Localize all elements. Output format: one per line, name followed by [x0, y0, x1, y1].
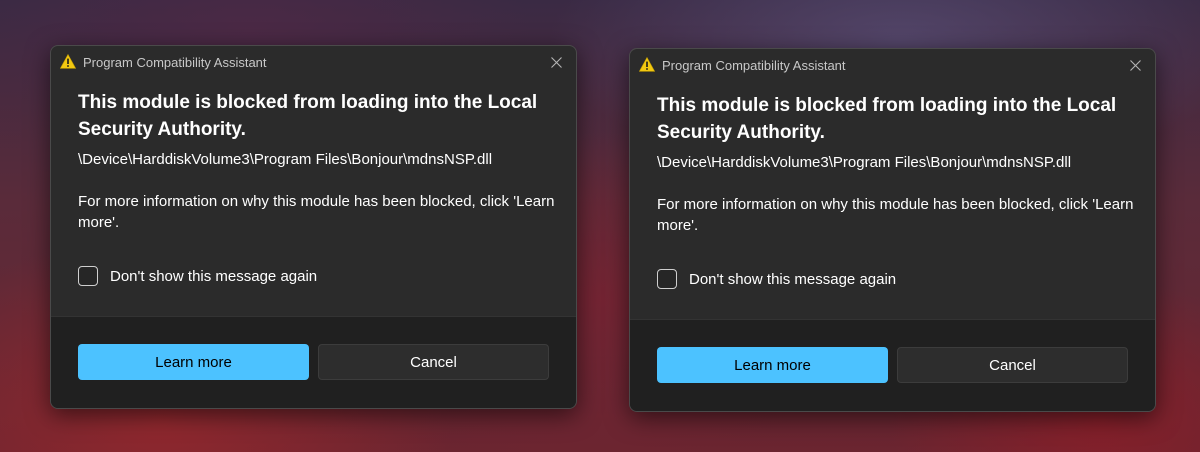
learn-more-button[interactable]: Learn more — [78, 344, 309, 380]
warning-icon — [59, 53, 77, 69]
close-button[interactable] — [1115, 49, 1155, 81]
cancel-button[interactable]: Cancel — [897, 347, 1128, 383]
checkbox-label: Don't show this message again — [110, 267, 318, 285]
dont-show-again-checkbox[interactable] — [657, 269, 677, 289]
dialog-footer: Learn more Cancel — [630, 319, 1155, 411]
warning-icon — [638, 56, 656, 72]
checkbox-label: Don't show this message again — [689, 270, 897, 288]
cancel-button[interactable]: Cancel — [318, 344, 549, 380]
dont-show-again-row[interactable]: Don't show this message again — [78, 265, 317, 287]
module-path: \Device\HarddiskVolume3\Program Files\Bo… — [657, 154, 1072, 171]
dont-show-again-checkbox[interactable] — [78, 266, 98, 286]
info-text: For more information on why this module … — [657, 196, 1134, 234]
dialog-titlebar: Program Compatibility Assistant — [51, 46, 576, 78]
dialog-heading: This module is blocked from loading into… — [657, 95, 1117, 143]
dialog-titlebar: Program Compatibility Assistant — [630, 49, 1155, 81]
dialog-heading: This module is blocked from loading into… — [78, 92, 538, 140]
compatibility-dialog-left: Program Compatibility Assistant This mod… — [50, 45, 577, 409]
close-button[interactable] — [536, 46, 576, 78]
dialog-title: Program Compatibility Assistant — [662, 58, 846, 73]
close-icon — [550, 56, 562, 68]
info-text: For more information on why this module … — [78, 193, 555, 231]
dont-show-again-row[interactable]: Don't show this message again — [657, 268, 896, 290]
module-path: \Device\HarddiskVolume3\Program Files\Bo… — [78, 151, 493, 168]
close-icon — [1129, 59, 1141, 71]
dialog-footer: Learn more Cancel — [51, 316, 576, 408]
compatibility-dialog-right: Program Compatibility Assistant This mod… — [629, 48, 1156, 412]
dialog-title: Program Compatibility Assistant — [83, 55, 267, 70]
learn-more-button[interactable]: Learn more — [657, 347, 888, 383]
